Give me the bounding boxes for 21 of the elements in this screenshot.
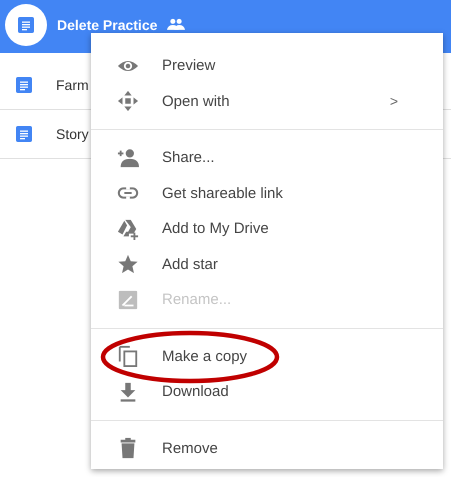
menu-item[interactable]: Add star	[91, 246, 443, 282]
file-name: Farm	[56, 77, 89, 93]
menu-item[interactable]: Remove	[91, 430, 443, 466]
menu-item[interactable]: Make a copy	[91, 338, 443, 374]
menu-item[interactable]: Add to My Drive	[91, 211, 443, 246]
four-arrows-icon	[117, 90, 139, 112]
copy-icon	[117, 345, 139, 368]
menu-item[interactable]: Open with >	[91, 84, 443, 119]
add-person-icon	[117, 146, 139, 169]
drive-plus-icon	[117, 218, 139, 240]
document-icon	[18, 17, 34, 33]
menu-item[interactable]: Get shareable link	[91, 176, 443, 211]
menu-item[interactable]: Share...	[91, 140, 443, 176]
document-icon	[16, 126, 32, 142]
file-name: Story	[56, 126, 89, 142]
pencil-icon	[117, 288, 139, 311]
document-icon	[16, 77, 32, 93]
star-icon	[117, 253, 139, 276]
file-name: Delete Practice	[57, 17, 158, 33]
menu-item[interactable]: Download	[91, 374, 443, 410]
submenu-arrow: >	[390, 93, 398, 110]
